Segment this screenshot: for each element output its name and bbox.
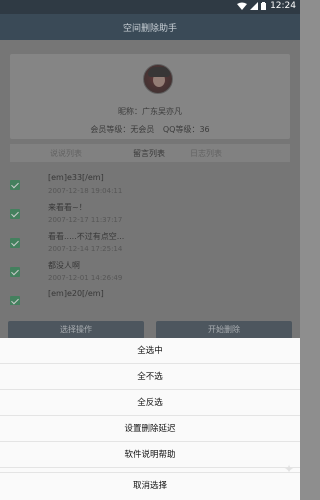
checkbox[interactable] (10, 180, 20, 190)
set-delete-delay-option[interactable]: 设置删除延迟 (0, 416, 300, 442)
tab-shuoshuo[interactable]: 说说列表 (50, 148, 82, 159)
select-all-option[interactable]: 全选中 (0, 338, 300, 364)
status-bar: 12:24 (0, 0, 300, 14)
wifi-icon (237, 2, 247, 10)
cancel-selection-option[interactable]: 取消选择 (0, 472, 300, 498)
checkbox[interactable] (10, 267, 20, 277)
message-time: 2007-12-17 11:37:17 (48, 216, 123, 224)
message-time: 2007-12-01 14:26:49 (48, 274, 123, 282)
message-text: 来看看~！ (48, 203, 87, 212)
help-option[interactable]: 软件说明帮助 (0, 442, 300, 468)
message-text: [em]e33[/em] (48, 173, 104, 182)
avatar-hair (148, 67, 170, 77)
tab-blogs[interactable]: 日志列表 (190, 148, 222, 159)
start-delete-button[interactable]: 开始删除 (156, 321, 292, 339)
main-content: 昵称：广东吴亦凡 会员等级：无会员 QQ等级：36 说说列表 留言列表 日志列表… (0, 40, 300, 339)
nickname: 昵称：广东吴亦凡 (118, 107, 182, 116)
message-text: 都没人啊 (48, 261, 80, 270)
status-time: 12:24 (270, 1, 296, 11)
battery-icon (261, 2, 266, 10)
checkbox[interactable] (10, 238, 20, 248)
list-item[interactable]: 都没人啊 2007-12-01 14:26:49 (4, 257, 296, 289)
message-text: 看看.....不过有点空... (48, 232, 125, 241)
signal-icon (250, 2, 258, 10)
action-sheet: 全选中 全不选 全反选 设置删除延迟 软件说明帮助 取消选择 (0, 338, 300, 500)
checkbox[interactable] (10, 296, 20, 305)
list-item[interactable]: [em]e20[/em] (4, 286, 296, 305)
avatar-face (153, 73, 165, 87)
watermark-logo: ✦ (283, 462, 294, 476)
app-title: 空间删除助手 (122, 24, 177, 34)
message-time: 2007-12-18 19:04:11 (48, 187, 123, 195)
levels-line: 会员等级：无会员 QQ等级：36 (10, 124, 290, 135)
list-item[interactable]: 来看看~！ 2007-12-17 11:37:17 (4, 199, 296, 231)
tab-messages[interactable]: 留言列表 (133, 148, 165, 159)
app-bar: 空间删除助手 (0, 14, 300, 40)
qq-level: QQ等级：36 (162, 125, 210, 134)
select-none-option[interactable]: 全不选 (0, 364, 300, 390)
avatar[interactable] (143, 64, 173, 94)
checkbox[interactable] (10, 209, 20, 219)
message-time: 2007-12-14 17:25:14 (48, 245, 123, 253)
message-list: [em]e33[/em] 2007-12-18 19:04:11 来看看~！ 2… (4, 170, 296, 305)
list-item[interactable]: [em]e33[/em] 2007-12-18 19:04:11 (4, 170, 296, 202)
select-action-button[interactable]: 选择操作 (8, 321, 144, 339)
tab-bar: 说说列表 留言列表 日志列表 (10, 144, 290, 162)
status-icons (237, 2, 266, 10)
invert-selection-option[interactable]: 全反选 (0, 390, 300, 416)
list-item[interactable]: 看看.....不过有点空... 2007-12-14 17:25:14 (4, 228, 296, 260)
message-text: [em]e20[/em] (48, 289, 104, 298)
member-level: 会员等级：无会员 (90, 125, 155, 134)
profile-card: 昵称：广东吴亦凡 会员等级：无会员 QQ等级：36 (10, 54, 290, 139)
